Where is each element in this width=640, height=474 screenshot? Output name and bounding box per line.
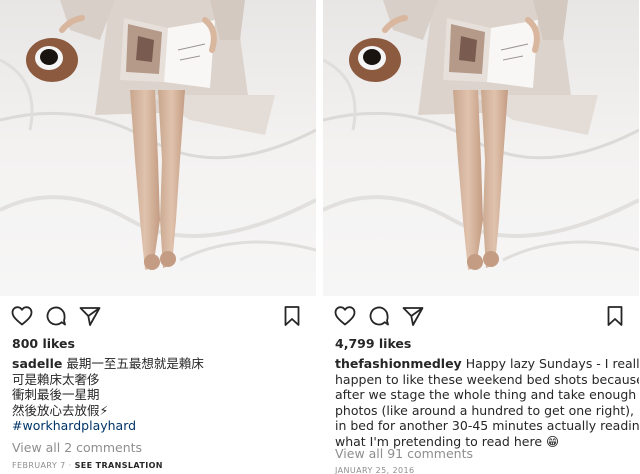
- post-date: JANUARY 25, 2016: [335, 466, 415, 474]
- username-link[interactable]: sadelle: [12, 356, 62, 371]
- bed-reading-photo: [323, 0, 639, 296]
- post-date: FEBRUARY 7: [12, 461, 66, 470]
- caption-text: after we stage the whole thing and take …: [335, 387, 637, 402]
- hashtag-link[interactable]: #workhardplayhard: [12, 418, 306, 434]
- post-right: 4,799 likes thefashionmedley Happy lazy …: [323, 0, 639, 474]
- heart-outline-icon[interactable]: [10, 304, 36, 330]
- action-bar: [10, 304, 306, 330]
- post-meta: FEBRUARY 7 · SEE TRANSLATION: [12, 461, 163, 470]
- caption-text: 可是賴床太奢侈: [12, 371, 100, 387]
- paper-plane-icon[interactable]: [401, 304, 427, 330]
- caption-text: 最期一至五最想就是賴床: [66, 356, 204, 371]
- bookmark-outline-icon[interactable]: [603, 304, 629, 330]
- heart-outline-icon[interactable]: [333, 304, 359, 330]
- action-bar: [333, 304, 629, 330]
- post-caption: thefashionmedley Happy lazy Sundays - I …: [335, 356, 639, 449]
- screenshot-canvas: 800 likes sadelle 最期一至五最想就是賴床 可是賴床太奢侈 衝刺…: [0, 0, 640, 474]
- bed-reading-photo: [0, 0, 316, 296]
- username-link[interactable]: thefashionmedley: [335, 356, 462, 371]
- caption-text: 衝刺最後一星期: [12, 387, 100, 402]
- paper-plane-icon[interactable]: [78, 304, 104, 330]
- speech-bubble-icon[interactable]: [367, 304, 393, 330]
- speech-bubble-icon[interactable]: [44, 304, 70, 330]
- post-photo[interactable]: [0, 0, 316, 296]
- bookmark-outline-icon[interactable]: [280, 304, 306, 330]
- caption-text: photos (like around a hundred to get one…: [335, 402, 639, 418]
- image-divider: [316, 0, 323, 474]
- see-translation-link[interactable]: SEE TRANSLATION: [75, 461, 163, 470]
- view-comments-link[interactable]: View all 2 comments: [12, 440, 142, 455]
- caption-text: Happy lazy Sundays - I really: [465, 356, 639, 371]
- view-comments-link[interactable]: View all 91 comments: [335, 446, 473, 461]
- caption-text: happen to like these weekend bed shots b…: [335, 371, 639, 387]
- likes-count[interactable]: 4,799 likes: [335, 336, 411, 351]
- post-meta: JANUARY 25, 2016: [335, 466, 415, 474]
- post-left: 800 likes sadelle 最期一至五最想就是賴床 可是賴床太奢侈 衝刺…: [0, 0, 316, 474]
- caption-text: 然後放心去放假⚡: [12, 402, 109, 418]
- post-caption: sadelle 最期一至五最想就是賴床 可是賴床太奢侈 衝刺最後一星期 然後放心…: [12, 356, 306, 434]
- caption-text: in bed for another 30-45 minutes actuall…: [335, 418, 639, 433]
- likes-count[interactable]: 800 likes: [12, 336, 75, 351]
- post-photo[interactable]: [323, 0, 639, 296]
